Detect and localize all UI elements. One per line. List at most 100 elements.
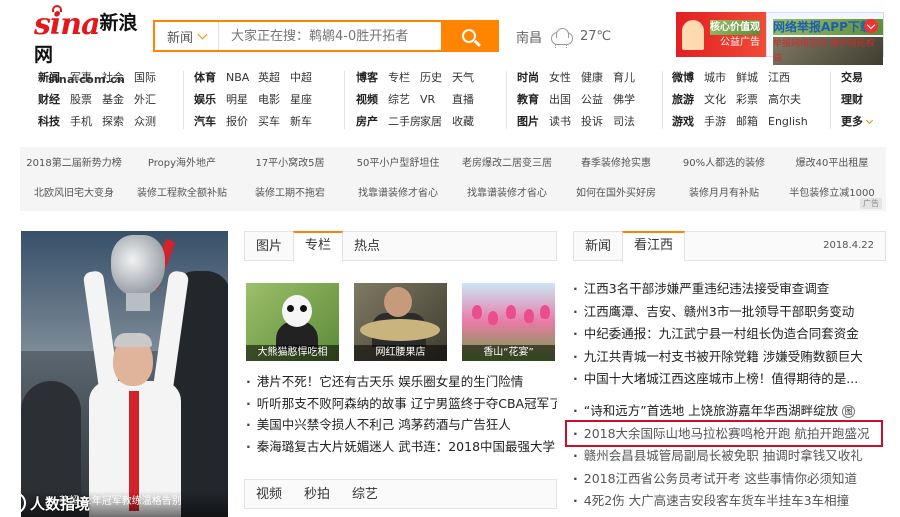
tab[interactable]: 图片 <box>245 232 293 261</box>
nav-link[interactable]: 众测 <box>134 111 166 133</box>
nav-link[interactable]: 中超 <box>290 67 322 89</box>
promo-link[interactable]: 装修工期不拖宕 <box>236 180 344 208</box>
nav-link[interactable]: 更多 <box>841 111 881 133</box>
nav-link[interactable]: 英超 <box>258 67 290 89</box>
nav-link[interactable]: 体育 <box>194 67 226 89</box>
nav-link[interactable]: 女性 <box>549 67 581 89</box>
nav-link[interactable]: 基金 <box>102 89 134 111</box>
nav-link[interactable]: 军事 <box>70 67 102 89</box>
nav-link[interactable]: 微博 <box>672 67 704 89</box>
news-link[interactable]: 九江共青城一村支书被开除党籍 涉嫌受贿数额巨大 <box>573 346 886 369</box>
sina-logo[interactable]: sina新浪网 sina.com.cn <box>34 5 146 86</box>
tab[interactable]: 视频 <box>245 480 293 509</box>
news-link[interactable]: 中纪委通报：九江武宁县一村组长伪造合同套资金 <box>573 323 886 346</box>
promo-link[interactable]: 老房爆改二居变三居 <box>452 150 562 178</box>
nav-link[interactable]: 社会 <box>102 67 134 89</box>
nav-link[interactable]: 买车 <box>258 111 290 133</box>
tab[interactable]: 热点 <box>343 232 391 261</box>
nav-link[interactable]: 新车 <box>290 111 322 133</box>
nav-link[interactable]: 股票 <box>70 89 102 111</box>
news-link[interactable]: 江西鹰潭、吉安、赣州3市一批领导干部职务变动 <box>573 301 886 324</box>
tab[interactable]: 专栏 <box>293 231 344 262</box>
nav-link[interactable]: 手机 <box>70 111 102 133</box>
news-link[interactable]: 听听那支不败阿森纳的故事 辽宁男篮终于夺CBA冠军了 <box>246 393 557 415</box>
nav-link[interactable]: 手游 <box>704 111 736 133</box>
nav-link[interactable]: 博客 <box>356 67 388 89</box>
promo-link[interactable]: 17平小窝改5居 <box>236 150 344 178</box>
news-link[interactable]: 赣州会昌县城管局副局长被免职 抽调时拿钱又收礼 <box>573 445 886 468</box>
nav-link[interactable]: 健康 <box>581 67 613 89</box>
nav-link[interactable]: 历史 <box>420 67 452 89</box>
promo-link[interactable]: 装修工程款全额补贴 <box>128 180 236 208</box>
headline-photo[interactable]: 英超22年冠军教练温格告别 <box>21 231 228 517</box>
nav-link[interactable]: 二手房 <box>388 111 421 133</box>
search-button[interactable] <box>441 22 497 50</box>
nav-link[interactable]: 出国 <box>549 89 581 111</box>
nav-link[interactable]: 公益 <box>581 89 613 111</box>
news-link[interactable]: 港片不死！它还有古天乐 娱乐圈女星的生门险情 <box>246 371 557 393</box>
news-link[interactable]: 中国十大堵城江西这座城市上榜！值得期待的是... <box>573 368 886 391</box>
nav-link[interactable]: 城市 <box>704 67 736 89</box>
news-link[interactable]: 江西3名干部涉嫌严重违纪违法接受审查调查 <box>573 278 886 301</box>
nav-link[interactable]: 新闻 <box>38 67 70 89</box>
thumb-flowers[interactable]: 香山“花宴” <box>462 283 555 361</box>
news-link[interactable]: 美国中兴禁令损人不利己 鸿茅药酒与广告狂人 <box>246 414 557 436</box>
promo-link[interactable]: 北欧风旧宅大变身 <box>20 180 128 208</box>
nav-link[interactable]: 专栏 <box>388 67 420 89</box>
nav-link[interactable]: 理财 <box>841 89 881 111</box>
nav-link[interactable]: 科技 <box>38 111 70 133</box>
search-category-select[interactable]: 新闻 <box>155 22 219 50</box>
nav-link[interactable]: 投诉 <box>581 111 613 133</box>
nav-link[interactable]: 星座 <box>290 89 322 111</box>
nav-link[interactable]: 鲜城 <box>736 67 768 89</box>
promo-link[interactable]: 50平小户型舒坦住 <box>344 150 452 178</box>
search-input[interactable] <box>219 22 441 50</box>
report-app-ad[interactable]: 网络举报APP下载 举报网络空间 维护网民权益 <box>766 12 884 65</box>
nav-link[interactable]: NBA <box>226 67 258 89</box>
nav-link[interactable]: 教育 <box>517 89 549 111</box>
promo-link[interactable]: 春季装修抢实惠 <box>562 150 670 178</box>
nav-link[interactable]: 电影 <box>258 89 290 111</box>
weather-widget[interactable]: 南昌 27℃ <box>516 27 611 48</box>
news-link[interactable]: 秦海璐复古大片妩媚迷人 武书连：2018中国最强大学 <box>246 436 557 458</box>
nav-link[interactable]: 彩票 <box>736 89 768 111</box>
tab[interactable]: 综艺 <box>341 480 389 509</box>
nav-link[interactable]: 直播 <box>452 89 484 111</box>
news-link[interactable]: 2018江西省公务员考试开考 这些事情你必须知道 <box>573 468 886 491</box>
nav-link[interactable]: 文化 <box>704 89 736 111</box>
nav-link[interactable]: 交易 <box>841 67 881 89</box>
news-link[interactable]: 4死2伤 大广高速吉安段客车货车半挂车3车相撞 <box>573 490 886 513</box>
nav-link[interactable]: 图片 <box>517 111 549 133</box>
nav-link[interactable]: 房产 <box>356 111 388 133</box>
nav-link[interactable]: 视频 <box>356 89 388 111</box>
nav-link[interactable]: English <box>768 111 808 133</box>
nav-link[interactable]: 探索 <box>102 111 134 133</box>
tab[interactable]: 新闻 <box>574 232 622 261</box>
nav-link[interactable]: 外汇 <box>134 89 166 111</box>
promo-link[interactable]: 装修月月有补贴 <box>670 180 778 208</box>
nav-link[interactable]: 旅游 <box>672 89 704 111</box>
nav-link[interactable]: VR <box>420 89 452 111</box>
nav-link[interactable]: 佛学 <box>613 89 645 111</box>
nav-link[interactable]: 江西 <box>768 67 800 89</box>
nav-link[interactable]: 明星 <box>226 89 258 111</box>
nav-link[interactable]: 邮箱 <box>736 111 768 133</box>
nav-link[interactable]: 司法 <box>613 111 645 133</box>
nav-link[interactable]: 读书 <box>549 111 581 133</box>
thumb-cashew[interactable]: 网红腰果店 <box>354 283 447 361</box>
nav-link[interactable]: 天气 <box>452 67 484 89</box>
promo-link[interactable]: 如何在国外买好房 <box>562 180 670 208</box>
nav-link[interactable]: 汽车 <box>194 111 226 133</box>
nav-link[interactable]: 娱乐 <box>194 89 226 111</box>
nav-link[interactable]: 育儿 <box>613 67 645 89</box>
nav-link[interactable]: 家居 <box>420 111 452 133</box>
promo-link[interactable]: 找靠谱装修才省心 <box>452 180 562 208</box>
nav-link[interactable]: 游戏 <box>672 111 704 133</box>
nav-link[interactable]: 收藏 <box>452 111 484 133</box>
tab[interactable]: 看江西 <box>622 231 686 262</box>
public-ad-banner[interactable]: 核心价值观 公益广告 <box>676 12 766 57</box>
nav-link[interactable]: 国际 <box>134 67 166 89</box>
nav-link[interactable]: 报价 <box>226 111 258 133</box>
nav-link[interactable]: 时尚 <box>517 67 549 89</box>
promo-link[interactable]: 找靠谱装修才省心 <box>344 180 452 208</box>
